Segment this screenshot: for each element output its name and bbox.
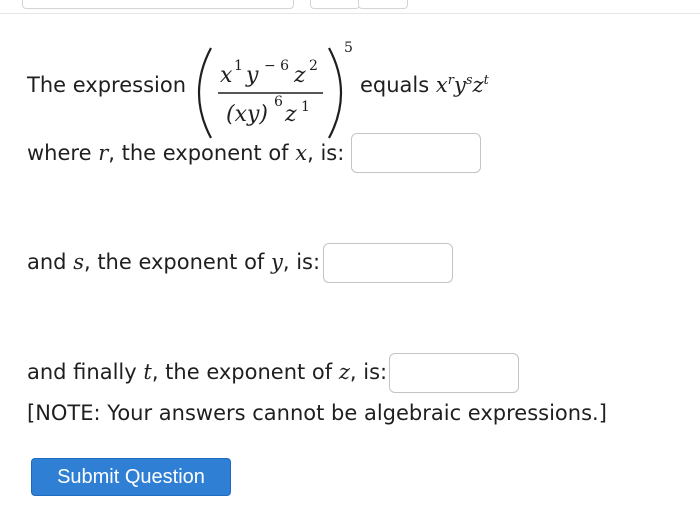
- question-lead: The expression: [27, 73, 187, 97]
- outer-exponent: 5: [344, 40, 353, 56]
- answer-t-input[interactable]: [389, 353, 519, 393]
- result-y-exp: s: [465, 73, 473, 88]
- left-paren: [197, 47, 212, 139]
- equals-word: equals: [360, 73, 430, 97]
- result-z: z: [472, 73, 484, 97]
- num-x-base: x: [220, 63, 233, 88]
- prompt-r: where r, the exponent of x, is:: [27, 141, 345, 165]
- equals-text: equals xryszt: [360, 73, 489, 97]
- toolbar-button-left[interactable]: [310, 0, 360, 9]
- result-x: x: [435, 73, 448, 97]
- numerator: x 1 y − 6 z 2: [220, 58, 318, 88]
- right-paren: [328, 47, 343, 139]
- result-z-exp: t: [483, 73, 489, 88]
- den-z-base: z: [284, 102, 297, 127]
- denominator: (xy) 6 z 1: [226, 94, 310, 127]
- den-z-exp: 1: [301, 99, 310, 115]
- num-x-exp: 1: [234, 58, 243, 74]
- submit-question-button[interactable]: Submit Question: [31, 458, 231, 496]
- num-y-exp: − 6: [264, 58, 289, 74]
- den-group-base: (xy): [226, 102, 268, 127]
- num-z-base: z: [293, 63, 306, 88]
- note-text: [NOTE: Your answers cannot be algebraic …: [27, 401, 607, 425]
- num-z-exp: 2: [309, 58, 318, 74]
- num-y-base: y: [245, 63, 259, 88]
- toolbar-button-right[interactable]: [358, 0, 408, 9]
- result-y: y: [453, 73, 466, 97]
- top-toolbar-edge: [0, 0, 700, 14]
- answer-s-input[interactable]: [323, 243, 453, 283]
- top-divider: [0, 13, 700, 14]
- toolbar-field[interactable]: [22, 0, 294, 9]
- prompt-t: and finally t, the exponent of z, is:: [27, 360, 388, 384]
- answer-r-input[interactable]: [351, 133, 481, 173]
- prompt-s: and s, the exponent of y, is:: [27, 250, 321, 274]
- den-group-exp: 6: [274, 94, 283, 110]
